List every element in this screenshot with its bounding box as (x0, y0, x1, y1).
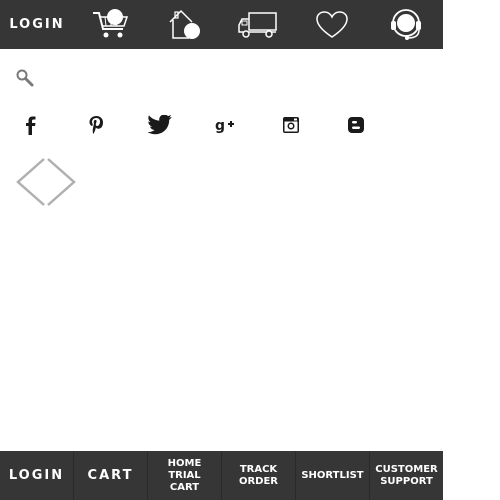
pinterest-icon (89, 116, 103, 134)
facebook-link[interactable] (17, 112, 43, 138)
carousel-prev-button[interactable] (15, 157, 46, 207)
bottom-nav-track-order[interactable]: TRACK ORDER (222, 451, 296, 500)
cart-button[interactable] (74, 0, 148, 49)
blogger-link[interactable] (343, 112, 369, 138)
search-button[interactable] (15, 68, 35, 88)
bottom-nav-home-trial-cart[interactable]: HOME TRIAL CART (148, 451, 222, 500)
chevron-left-icon (16, 158, 45, 206)
search-icon (16, 69, 34, 87)
bottom-nav-bar: LOGIN CART HOME TRIAL CART TRACK ORDER S… (0, 451, 443, 500)
chevron-right-icon (47, 158, 76, 206)
shortlist-button[interactable] (295, 0, 369, 49)
top-nav-bar: LOGIN (0, 0, 443, 49)
home-trial-cart-button[interactable] (148, 0, 222, 49)
carousel-controls (15, 157, 77, 207)
social-links: g (0, 112, 390, 138)
svg-text:g: g (215, 118, 225, 134)
page: LOGIN g LOGIN CART HOME TRIAL CART TRACK… (0, 0, 500, 500)
instagram-link[interactable] (278, 112, 304, 138)
bottom-nav-cart[interactable]: CART (74, 451, 148, 500)
shortlist-heart-icon (316, 10, 349, 38)
facebook-icon (26, 116, 36, 135)
twitter-link[interactable] (147, 112, 173, 138)
login-link[interactable]: LOGIN (0, 17, 74, 32)
cart-icon (92, 8, 128, 37)
google-plus-icon: g (215, 118, 234, 134)
instagram-icon (283, 117, 299, 133)
bottom-nav-customer-support[interactable]: CUSTOMER SUPPORT (370, 451, 443, 500)
bottom-nav-login[interactable]: LOGIN (0, 451, 74, 500)
home-trial-cart-icon (169, 9, 200, 39)
carousel-next-button[interactable] (46, 157, 77, 207)
track-order-button[interactable] (222, 0, 296, 49)
pinterest-link[interactable] (83, 112, 109, 138)
track-order-truck-icon (238, 11, 278, 38)
customer-support-headset-icon (391, 8, 422, 40)
twitter-icon (147, 115, 172, 135)
google-plus-link[interactable]: g (212, 112, 238, 138)
customer-support-button[interactable] (369, 0, 443, 49)
bottom-nav-shortlist[interactable]: SHORTLIST (296, 451, 370, 500)
blogger-icon (348, 117, 364, 133)
